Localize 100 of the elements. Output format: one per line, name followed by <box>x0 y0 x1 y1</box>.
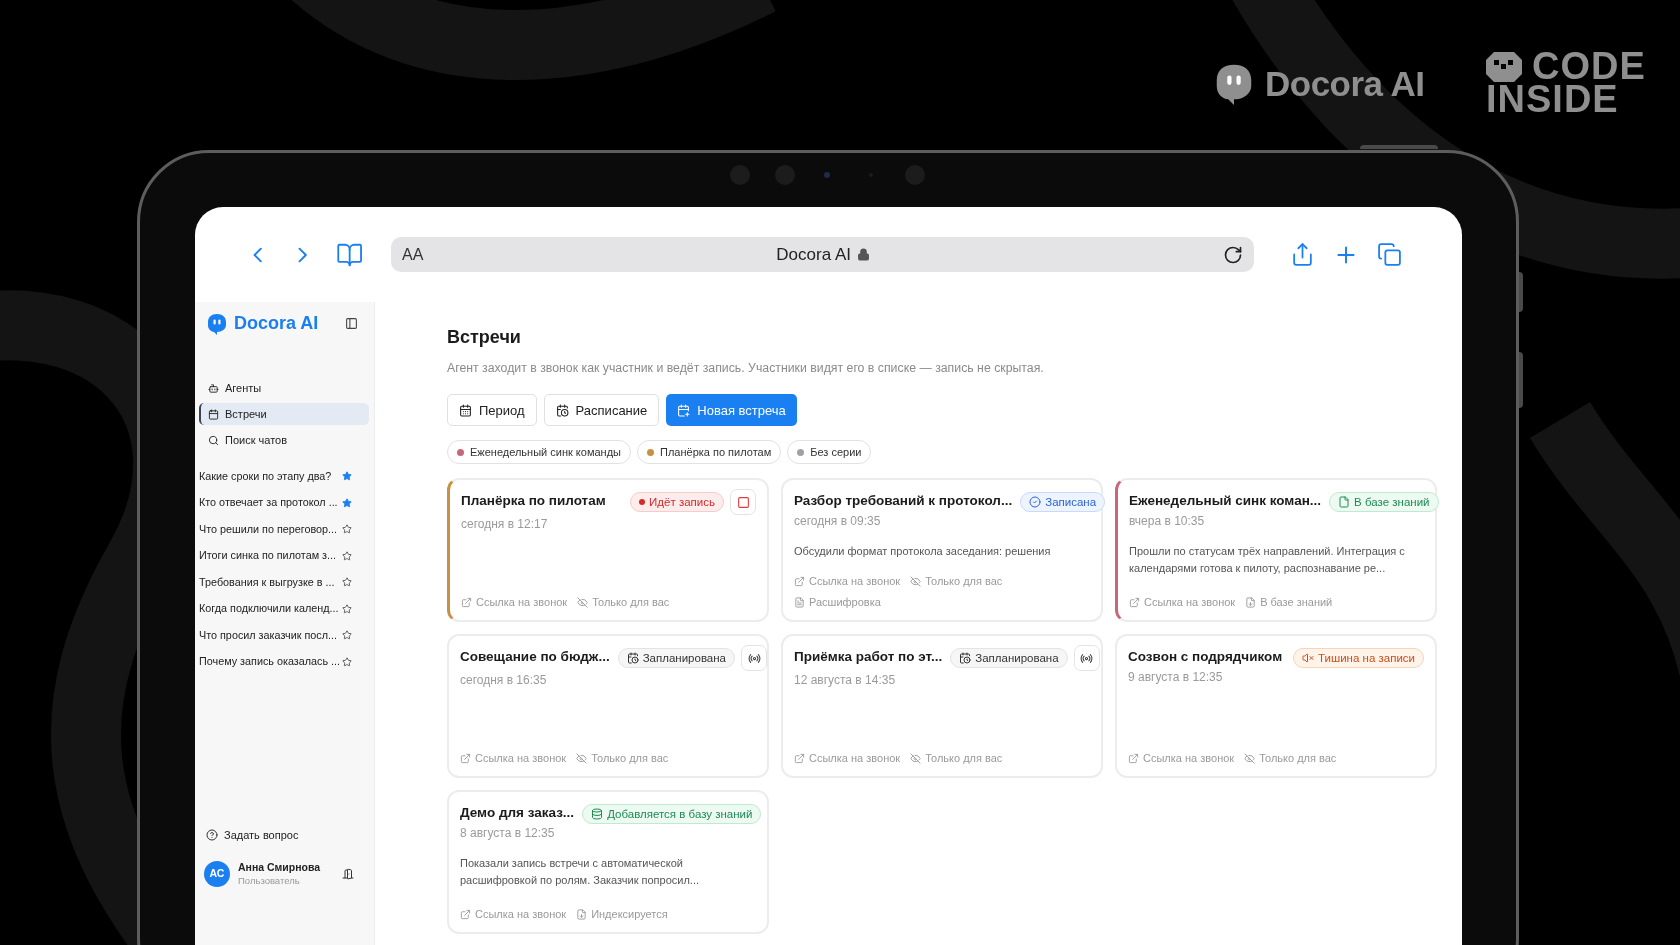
sidebar-toggle-icon[interactable] <box>345 317 358 330</box>
page-title: Встречи <box>447 326 522 349</box>
toolbar-button[interactable]: Период <box>447 394 537 427</box>
toolbar-button[interactable]: Новая встреча <box>666 394 797 427</box>
stop-button[interactable] <box>730 489 756 516</box>
meeting-card[interactable]: Приёмка работ по эт... Запланирована 12 августа в 14:35 Ссылка на звонок Только для вас <box>781 634 1103 779</box>
status-badge: Добавляется в базу знаний <box>582 804 762 825</box>
chat-item[interactable]: Что просил заказчик посл... <box>199 626 337 644</box>
meeting-title: Разбор требований к протокол... <box>794 492 1013 511</box>
stop-icon <box>736 495 750 509</box>
status-icon <box>1302 652 1314 665</box>
external-link-icon <box>1129 596 1140 608</box>
chat-item[interactable]: Какие сроки по этапу два? <box>199 467 332 485</box>
user-role: Пользователь <box>238 874 301 887</box>
meeting-meta: В базе знаний <box>1260 594 1333 610</box>
meeting-card[interactable]: Разбор требований к протокол... Записана сегодня в 09:35 Обсудили формат протокола заседания: решения Ссылка на звонок Только для вас Расшифровка <box>781 478 1103 623</box>
meeting-time: 12 августа в 14:35 <box>794 672 896 689</box>
chat-item[interactable]: Почему запись оказалась ... <box>199 653 341 670</box>
series-filter-chip[interactable]: Еженедельный синк команды <box>447 440 631 465</box>
user-name: Анна Смирнова <box>238 861 321 874</box>
meeting-title: Планёрка по пилотам <box>461 492 606 511</box>
document-icon <box>794 596 805 608</box>
meeting-title: Приёмка работ по эт... <box>794 648 943 667</box>
studio-logo-text: INSIDE <box>1486 83 1619 116</box>
broadcast-icon <box>1080 651 1094 665</box>
star-icon[interactable] <box>342 550 352 561</box>
file-icon <box>1245 596 1257 608</box>
chat-item[interactable]: Что решили по переговор... <box>199 520 338 538</box>
star-icon[interactable] <box>342 577 352 587</box>
brand-logo-text: Docora AI <box>1265 63 1425 105</box>
meeting-meta: Только для вас <box>591 750 669 766</box>
eye-off-icon <box>910 752 922 764</box>
help-link[interactable]: Задать вопрос <box>224 826 299 843</box>
meeting-summary: Прошли по статусам трёх направлений. Интеграция с календарями готова к пилоту, распознавание ре... <box>1129 544 1406 577</box>
meeting-meta: Только для вас <box>925 750 1003 766</box>
toolbar-button[interactable]: Расписание <box>543 394 660 427</box>
help-icon <box>206 828 218 841</box>
meeting-title: Созвон с подрядчиком <box>1128 648 1283 667</box>
calendar-icon <box>208 408 219 420</box>
calendar-icon <box>459 403 472 417</box>
meeting-summary: Показали запись встречи с автоматической расшифровкой по ролям. Заказчик попросил... <box>460 856 700 889</box>
chat-bubble-icon <box>205 311 229 336</box>
meeting-title: Еженедельный синк коман... <box>1129 492 1322 511</box>
search-icon <box>208 434 219 446</box>
meeting-time: сегодня в 09:35 <box>794 513 881 530</box>
meeting-title: Совещание по бюдж... <box>460 648 610 667</box>
door-icon[interactable] <box>342 868 354 880</box>
chat-item[interactable]: Кто отвечает за протокол ... <box>199 494 338 511</box>
address-bar[interactable]: AA Docora AI <box>391 237 1254 272</box>
star-icon[interactable] <box>342 630 352 640</box>
star-icon[interactable] <box>342 471 352 481</box>
page-address: Docora AI <box>776 243 851 266</box>
status-icon <box>591 808 604 821</box>
external-link-icon <box>1128 752 1139 764</box>
status-icon <box>1029 496 1042 509</box>
text-size-button[interactable]: AA <box>402 242 424 267</box>
eye-off-icon <box>576 752 588 764</box>
meeting-card[interactable]: Созвон с подрядчиком Тишина на записи 9 августа в 12:35 Ссылка на звонок Только для вас <box>1115 634 1437 779</box>
page-description: Агент заходит в звонок как участник и ведёт запись. Участники видят его в списке — запись не скрытая. <box>447 360 1045 377</box>
star-icon[interactable] <box>342 603 352 614</box>
status-badge: В базе знаний <box>1329 492 1439 513</box>
user-avatar: АС <box>204 861 230 887</box>
meeting-summary: Обсудили формат протокола заседания: решения <box>794 544 1052 560</box>
reload-icon[interactable] <box>1223 244 1243 265</box>
star-icon[interactable] <box>342 497 352 508</box>
star-icon[interactable] <box>342 524 352 534</box>
tabs-icon[interactable] <box>1377 242 1402 267</box>
eye-off-icon <box>910 576 922 588</box>
meeting-meta: Расшифровка <box>809 594 881 610</box>
nav-item[interactable]: Встречи <box>199 403 369 425</box>
broadcast-icon <box>747 651 761 665</box>
studio-logo-text: CODE <box>1532 50 1646 83</box>
meeting-time: 8 августа в 12:35 <box>460 825 555 842</box>
meeting-meta: Только для вас <box>592 594 670 610</box>
calendar-icon <box>555 403 569 417</box>
external-link-icon <box>794 576 805 588</box>
nav-item[interactable]: Агенты <box>199 377 369 399</box>
meeting-card[interactable]: Еженедельный синк коман... В базе знаний вчера в 10:35 Прошли по статусам трёх направлений. Интеграция с календарями готова к пилоту, распознавание ре... Ссылка на звонок В базе знаний <box>1115 478 1437 623</box>
broadcast-button[interactable] <box>1073 645 1100 672</box>
chat-item[interactable]: Итоги синка по пилотам з... <box>199 547 337 564</box>
nav-item[interactable]: Поиск чатов <box>199 429 369 451</box>
meeting-meta: Только для вас <box>925 574 1003 590</box>
status-badge: Идёт запись <box>630 492 724 513</box>
series-filter-chip[interactable]: Без серии <box>787 440 872 465</box>
robot-icon <box>208 382 219 394</box>
status-badge: Запланирована <box>950 648 1068 669</box>
meeting-card[interactable]: Совещание по бюдж... Запланирована сегодня в 16:35 Ссылка на звонок Только для вас <box>447 634 769 779</box>
external-link-icon <box>794 752 805 764</box>
chat-item[interactable]: Когда подключили календ... <box>199 600 339 617</box>
meeting-card[interactable]: Планёрка по пилотам Идёт запись сегодня в 12:17 Ссылка на звонок Только для вас <box>447 478 769 623</box>
chat-item[interactable]: Требования к выгрузке в ... <box>199 573 335 591</box>
series-filter-chip[interactable]: Планёрка по пилотам <box>637 440 782 465</box>
meeting-card[interactable]: Демо для заказ... Добавляется в базу знаний 8 августа в 12:35 Показали запись встречи с автоматической расшифровкой по ролям. Заказчик попросил... Ссылка на звонок Индексируется <box>447 790 769 935</box>
eye-off-icon <box>577 596 589 608</box>
share-icon[interactable] <box>1290 242 1315 267</box>
star-icon[interactable] <box>342 656 352 667</box>
status-badge: Записана <box>1020 492 1106 513</box>
broadcast-button[interactable] <box>741 645 767 672</box>
status-badge: Тишина на записи <box>1293 648 1424 669</box>
file-icon <box>576 908 588 920</box>
